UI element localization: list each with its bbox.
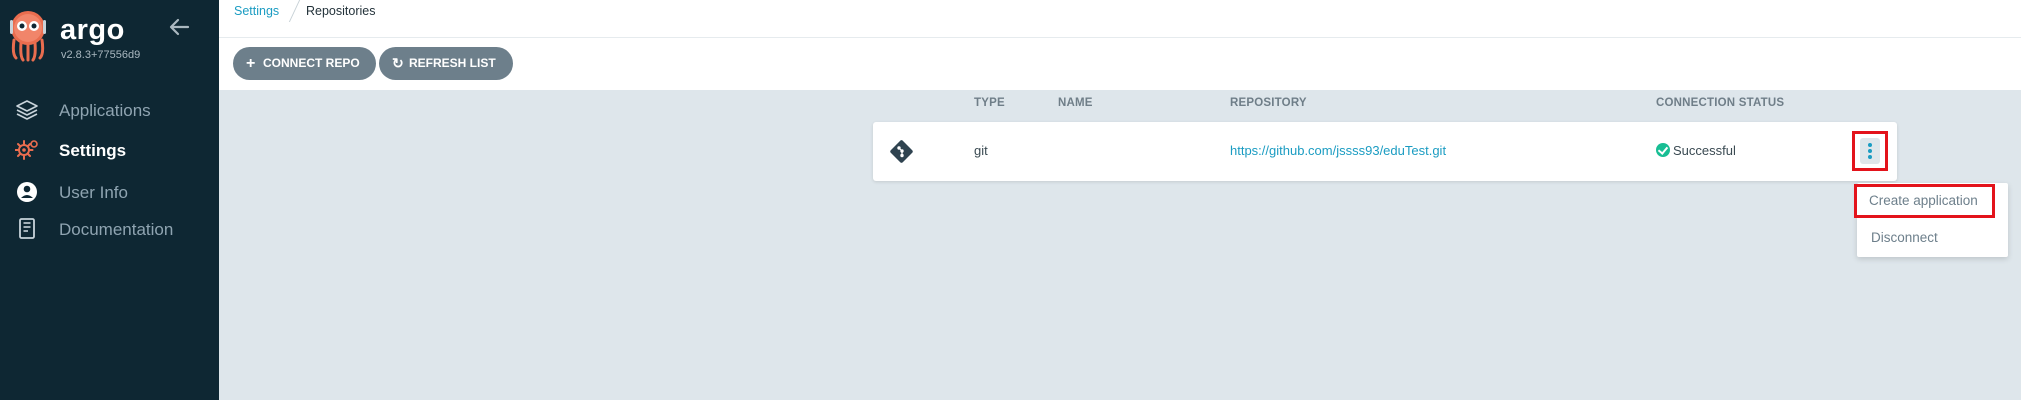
- row-actions-dropdown: Create application Disconnect: [1854, 183, 2008, 257]
- git-icon: [889, 139, 914, 164]
- breadcrumb-separator: [288, 0, 301, 22]
- sidebar-item-user-info[interactable]: User Info: [0, 173, 219, 209]
- kebab-dot: [1868, 143, 1872, 147]
- sidebar-item-label: Applications: [59, 101, 151, 120]
- argo-logo: [8, 10, 48, 62]
- top-bar: Settings Repositories: [219, 0, 2021, 38]
- sidebar-item-settings[interactable]: Settings: [0, 131, 219, 167]
- version-label: v2.8.3+77556d9: [61, 49, 141, 61]
- plus-icon: +: [246, 55, 256, 72]
- column-header-repository: REPOSITORY: [1230, 97, 1307, 109]
- column-header-name: NAME: [1058, 97, 1093, 109]
- kebab-icon: [1860, 138, 1880, 164]
- repo-url-link[interactable]: https://github.com/jssss93/eduTest.git: [1230, 143, 1446, 158]
- table-row[interactable]: git https://github.com/jssss93/eduTest.g…: [873, 122, 1897, 181]
- check-circle-icon: [1656, 143, 1670, 157]
- book-icon: [15, 218, 39, 240]
- layers-icon: [15, 99, 39, 121]
- arrow-left-icon: [169, 18, 190, 36]
- connect-repo-label: CONNECT REPO: [263, 56, 360, 70]
- collapse-sidebar-button[interactable]: [168, 16, 192, 38]
- sidebar-item-label: Documentation: [59, 220, 174, 239]
- breadcrumb-settings-link[interactable]: Settings: [234, 4, 279, 18]
- sidebar-item-applications[interactable]: Applications: [0, 91, 219, 127]
- sidebar-item-documentation[interactable]: Documentation: [0, 210, 219, 246]
- sidebar-item-label: User Info: [59, 183, 128, 202]
- refresh-list-button[interactable]: ↻ REFRESH LIST: [379, 47, 513, 80]
- sidebar: argo v2.8.3+77556d9 Applications Setting…: [0, 0, 219, 400]
- kebab-dot: [1868, 149, 1872, 153]
- column-header-connection-status: CONNECTION STATUS: [1656, 97, 1785, 109]
- refresh-list-label: REFRESH LIST: [409, 56, 496, 70]
- breadcrumb-current: Repositories: [306, 4, 376, 18]
- repo-type: git: [974, 143, 988, 158]
- user-circle-icon: [15, 181, 39, 203]
- gears-icon: [14, 139, 39, 161]
- toolbar: + CONNECT REPO ↻ REFRESH LIST: [219, 38, 2021, 90]
- connection-status: Successful: [1673, 143, 1736, 158]
- column-header-type: TYPE: [974, 97, 1005, 109]
- refresh-icon: ↻: [392, 55, 404, 71]
- brand-name: argo: [60, 14, 125, 46]
- kebab-dot: [1868, 155, 1872, 159]
- sidebar-item-label: Settings: [59, 141, 127, 160]
- menu-item-create-application[interactable]: Create application: [1854, 184, 1995, 218]
- row-actions-menu-button[interactable]: [1852, 131, 1888, 171]
- connect-repo-button[interactable]: + CONNECT REPO: [233, 47, 376, 80]
- menu-item-disconnect[interactable]: Disconnect: [1857, 223, 2008, 253]
